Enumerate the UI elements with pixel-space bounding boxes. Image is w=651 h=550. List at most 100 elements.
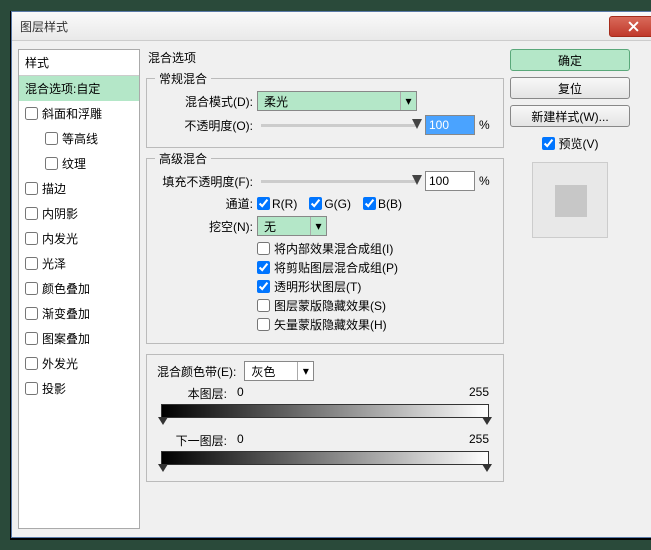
slider-thumb-icon[interactable]: [412, 175, 422, 185]
styles-item-blend-options[interactable]: 混合选项:自定: [19, 76, 139, 101]
dialog-frame: 图层样式 样式 混合选项:自定 斜面和浮雕 等高线 纹理: [10, 11, 651, 540]
chevron-down-icon: ▾: [310, 217, 326, 235]
channel-r-checkbox[interactable]: [257, 197, 270, 210]
opt-transparency-label: 透明形状图层(T): [274, 278, 361, 295]
under-layer-label: 下一图层:: [157, 432, 233, 449]
styles-item-inner-glow[interactable]: 内发光: [19, 226, 139, 251]
knockout-label: 挖空(N):: [157, 218, 253, 235]
this-layer-low: 0: [237, 385, 244, 402]
styles-header: 样式: [19, 50, 139, 76]
opt-layer-mask-checkbox[interactable]: [257, 299, 270, 312]
styles-panel: 样式 混合选项:自定 斜面和浮雕 等高线 纹理 描边 内阴影: [18, 49, 140, 529]
preview-label: 预览(V): [559, 135, 599, 152]
opt-vector-mask-checkbox[interactable]: [257, 318, 270, 331]
styles-item-label: 渐变叠加: [42, 305, 90, 322]
ok-button[interactable]: 确定: [510, 49, 630, 71]
styles-item-label: 内发光: [42, 230, 78, 247]
channel-g-label: G(G): [324, 197, 351, 211]
this-layer-gradient[interactable]: [161, 404, 489, 418]
outer-glow-checkbox[interactable]: [25, 357, 38, 370]
blend-if-value: 灰色: [245, 363, 297, 380]
bevel-checkbox[interactable]: [25, 107, 38, 120]
contour-checkbox[interactable]: [45, 132, 58, 145]
blend-if-dropdown[interactable]: 灰色 ▾: [244, 361, 314, 381]
opt-transparency-checkbox[interactable]: [257, 280, 270, 293]
new-style-button[interactable]: 新建样式(W)...: [510, 105, 630, 127]
gradient-thumb-icon[interactable]: [158, 464, 168, 472]
styles-item-label: 光泽: [42, 255, 66, 272]
texture-checkbox[interactable]: [45, 157, 58, 170]
fill-opacity-slider[interactable]: [261, 180, 417, 183]
styles-item-label: 颜色叠加: [42, 280, 90, 297]
blend-mode-label: 混合模式(D):: [157, 93, 253, 110]
slider-thumb-icon[interactable]: [412, 119, 422, 129]
channel-b-label: B(B): [378, 197, 402, 211]
styles-item-drop-shadow[interactable]: 投影: [19, 376, 139, 401]
channel-b-checkbox[interactable]: [363, 197, 376, 210]
close-button[interactable]: [609, 16, 651, 37]
stroke-checkbox[interactable]: [25, 182, 38, 195]
satin-checkbox[interactable]: [25, 257, 38, 270]
opt-clipped-label: 将剪贴图层混合成组(P): [274, 259, 398, 276]
opt-clipped-checkbox[interactable]: [257, 261, 270, 274]
blend-mode-value: 柔光: [258, 93, 400, 110]
dialog-window: 图层样式 样式 混合选项:自定 斜面和浮雕 等高线 纹理: [11, 11, 651, 538]
styles-item-color-overlay[interactable]: 颜色叠加: [19, 276, 139, 301]
styles-item-pattern-overlay[interactable]: 图案叠加: [19, 326, 139, 351]
this-layer-label: 本图层:: [157, 385, 233, 402]
styles-item-label: 纹理: [62, 155, 86, 172]
styles-item-outer-glow[interactable]: 外发光: [19, 351, 139, 376]
opacity-input[interactable]: [425, 115, 475, 135]
preview-swatch-inner: [555, 185, 587, 217]
fill-opacity-input[interactable]: [425, 171, 475, 191]
styles-item-label: 内阴影: [42, 205, 78, 222]
blend-mode-dropdown[interactable]: 柔光 ▾: [257, 91, 417, 111]
styles-item-satin[interactable]: 光泽: [19, 251, 139, 276]
channel-label: 通道:: [157, 195, 253, 212]
opacity-label: 不透明度(O):: [157, 117, 253, 134]
gradient-thumb-icon[interactable]: [158, 417, 168, 425]
styles-item-texture[interactable]: 纹理: [19, 151, 139, 176]
preview-checkbox[interactable]: [542, 137, 555, 150]
pattern-overlay-checkbox[interactable]: [25, 332, 38, 345]
chevron-down-icon: ▾: [297, 362, 313, 380]
drop-shadow-checkbox[interactable]: [25, 382, 38, 395]
inner-glow-checkbox[interactable]: [25, 232, 38, 245]
opacity-slider[interactable]: [261, 124, 417, 127]
styles-item-label: 混合选项:自定: [25, 80, 100, 97]
styles-item-contour[interactable]: 等高线: [19, 126, 139, 151]
new-style-button-label: 新建样式(W)...: [531, 108, 608, 125]
styles-item-label: 描边: [42, 180, 66, 197]
styles-item-label: 等高线: [62, 130, 98, 147]
advanced-blend-title: 高级混合: [155, 150, 211, 167]
color-overlay-checkbox[interactable]: [25, 282, 38, 295]
opt-vector-mask-label: 矢量蒙版隐藏效果(H): [274, 316, 387, 333]
styles-item-gradient-overlay[interactable]: 渐变叠加: [19, 301, 139, 326]
styles-item-label: 斜面和浮雕: [42, 105, 102, 122]
options-panel: 混合选项 常规混合 混合模式(D): 柔光 ▾ 不透明度(O): %: [146, 49, 504, 529]
knockout-dropdown[interactable]: 无 ▾: [257, 216, 327, 236]
general-blend-group: 常规混合 混合模式(D): 柔光 ▾ 不透明度(O): %: [146, 78, 504, 148]
advanced-options-list: 将内部效果混合成组(I) 将剪贴图层混合成组(P) 透明形状图层(T) 图层蒙版…: [257, 240, 493, 333]
styles-item-stroke[interactable]: 描边: [19, 176, 139, 201]
titlebar[interactable]: 图层样式: [12, 12, 651, 41]
fill-opacity-label: 填充不透明度(F):: [157, 173, 253, 190]
buttons-panel: 确定 复位 新建样式(W)... 预览(V): [510, 49, 630, 529]
gradient-thumb-icon[interactable]: [482, 417, 492, 425]
blend-options-heading: 混合选项: [146, 49, 504, 66]
styles-item-bevel[interactable]: 斜面和浮雕: [19, 101, 139, 126]
styles-item-inner-shadow[interactable]: 内阴影: [19, 201, 139, 226]
blend-if-group: 混合颜色带(E): 灰色 ▾ 本图层: 0 255: [146, 354, 504, 482]
reset-button[interactable]: 复位: [510, 77, 630, 99]
general-blend-title: 常规混合: [155, 70, 211, 87]
under-layer-gradient[interactable]: [161, 451, 489, 465]
percent-label: %: [479, 118, 493, 132]
channel-r-label: R(R): [272, 197, 297, 211]
channel-g-checkbox[interactable]: [309, 197, 322, 210]
opt-interior-label: 将内部效果混合成组(I): [274, 240, 393, 257]
styles-item-label: 图案叠加: [42, 330, 90, 347]
gradient-thumb-icon[interactable]: [482, 464, 492, 472]
inner-shadow-checkbox[interactable]: [25, 207, 38, 220]
gradient-overlay-checkbox[interactable]: [25, 307, 38, 320]
opt-interior-checkbox[interactable]: [257, 242, 270, 255]
